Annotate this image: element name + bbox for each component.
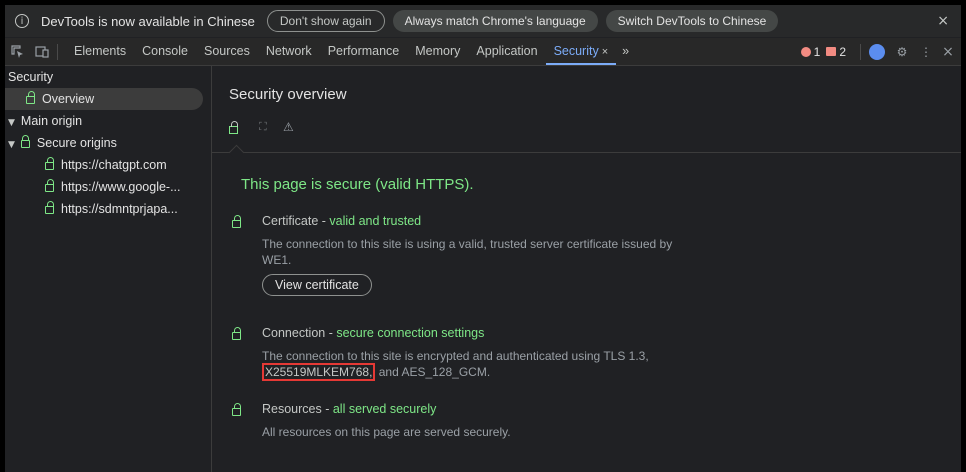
- ai-assistance-icon[interactable]: [869, 43, 885, 60]
- sidebar-item-secure-origins[interactable]: ▼ Secure origins: [8, 132, 117, 154]
- info-icon: i: [15, 14, 29, 28]
- sidebar-item-origin[interactable]: https://sdmntprjapa...: [45, 198, 178, 220]
- error-icon: [800, 46, 811, 57]
- resources-label: Resources: [262, 402, 322, 416]
- tab-security[interactable]: Security ×: [545, 38, 617, 65]
- errors-count: 1: [813, 44, 821, 59]
- lock-icon: [26, 91, 35, 104]
- certificate-description: The connection to this site is using a v…: [262, 237, 673, 267]
- connection-description: The connection to this site is encrypted…: [262, 348, 682, 381]
- certificate-status: valid and trusted: [329, 214, 422, 228]
- lock-icon: [45, 179, 54, 192]
- certificate-heading: Certificate - valid and trusted: [262, 214, 422, 228]
- lock-icon: [232, 403, 241, 416]
- always-match-language-button[interactable]: Always match Chrome's language: [392, 10, 598, 32]
- lock-icon: [45, 157, 54, 170]
- lock-icon: [229, 117, 247, 137]
- lock-icon: [232, 327, 241, 340]
- issues-count: 2: [839, 44, 846, 59]
- page-title: Security overview: [229, 86, 347, 103]
- sidebar-header: Security: [8, 70, 54, 84]
- sidebar-item-main-origin[interactable]: ▼ Main origin: [8, 110, 82, 132]
- security-summary-icons: ⛶ ⚠: [229, 117, 294, 137]
- summary-pointer: [228, 144, 245, 161]
- security-sidebar: Security Overview ▼ Main origin ▼ Secure o…: [5, 66, 212, 472]
- warning-icon: ⚠: [283, 120, 294, 134]
- lock-icon: [20, 135, 30, 148]
- inspect-element-icon[interactable]: [11, 44, 25, 59]
- lock-icon: [45, 201, 54, 214]
- sidebar-item-origin[interactable]: https://chatgpt.com: [45, 154, 167, 176]
- dont-show-again-button[interactable]: Don't show again: [266, 10, 385, 32]
- lock-icon: [232, 215, 241, 228]
- close-devtools-icon[interactable]: ×: [941, 45, 955, 59]
- neutral-icon: ⛶: [259, 120, 267, 133]
- tab-security-label: Security: [553, 44, 599, 58]
- tab-sources[interactable]: Sources: [196, 38, 258, 65]
- toolbar-divider: [57, 43, 58, 60]
- sidebar-item-overview[interactable]: Overview: [5, 88, 203, 110]
- gear-icon[interactable]: ⚙: [895, 45, 909, 59]
- sidebar-item-origin[interactable]: https://www.google-...: [45, 176, 181, 198]
- issue-icon: [826, 47, 837, 56]
- resources-heading: Resources - all served securely: [262, 402, 437, 416]
- tab-performance[interactable]: Performance: [320, 38, 408, 65]
- connection-desc-suffix: and AES_128_GCM.: [378, 365, 491, 379]
- view-certificate-button[interactable]: View certificate: [262, 274, 372, 296]
- certificate-label: Certificate: [262, 214, 319, 228]
- infobar-close-icon[interactable]: ×: [937, 13, 949, 29]
- more-tabs-icon[interactable]: »: [616, 38, 635, 65]
- resources-status: all served securely: [332, 402, 437, 416]
- security-overview-panel: Security overview ⛶ ⚠ This page is secur…: [212, 66, 961, 472]
- language-infobar: i DevTools is now available in Chinese D…: [5, 5, 961, 37]
- close-tab-icon[interactable]: ×: [602, 46, 608, 58]
- tab-memory[interactable]: Memory: [407, 38, 468, 65]
- tab-network[interactable]: Network: [258, 38, 320, 65]
- menu-icon[interactable]: ⋮: [919, 45, 933, 59]
- switch-to-chinese-button[interactable]: Switch DevTools to Chinese: [605, 10, 779, 32]
- secure-status-message: This page is secure (valid HTTPS).: [241, 176, 474, 193]
- divider: [212, 152, 961, 153]
- infobar-message: DevTools is now available in Chinese: [41, 13, 255, 29]
- sidebar-item-label: https://sdmntprjapa...: [61, 202, 178, 216]
- errors-badge[interactable]: 1: [800, 44, 821, 59]
- sidebar-item-label: https://www.google-...: [61, 180, 181, 194]
- resources-description: All resources on this page are served se…: [262, 425, 511, 439]
- connection-label: Connection: [262, 326, 326, 340]
- tab-console[interactable]: Console: [134, 38, 196, 65]
- connection-status: secure connection settings: [336, 326, 485, 340]
- sidebar-item-label: Main origin: [20, 114, 83, 128]
- main-toolbar: Elements Console Sources Network Perform…: [5, 38, 961, 66]
- issues-badge[interactable]: 2: [826, 45, 846, 59]
- toolbar-divider: [860, 43, 861, 60]
- key-exchange-highlight: X25519MLKEM768,: [262, 363, 376, 381]
- connection-heading: Connection - secure connection settings: [262, 326, 485, 340]
- chevron-down-icon: ▼: [8, 118, 15, 128]
- devtools-window: i DevTools is now available in Chinese D…: [5, 5, 961, 472]
- tab-application[interactable]: Application: [468, 38, 545, 65]
- connection-desc-prefix: The connection to this site is encrypted…: [262, 349, 649, 363]
- chevron-down-icon: ▼: [8, 140, 15, 150]
- tab-elements[interactable]: Elements: [66, 38, 134, 65]
- sidebar-item-label: Overview: [42, 92, 95, 106]
- sidebar-item-label: Secure origins: [36, 136, 117, 150]
- sidebar-item-label: https://chatgpt.com: [61, 158, 167, 172]
- device-toolbar-icon[interactable]: [35, 45, 49, 59]
